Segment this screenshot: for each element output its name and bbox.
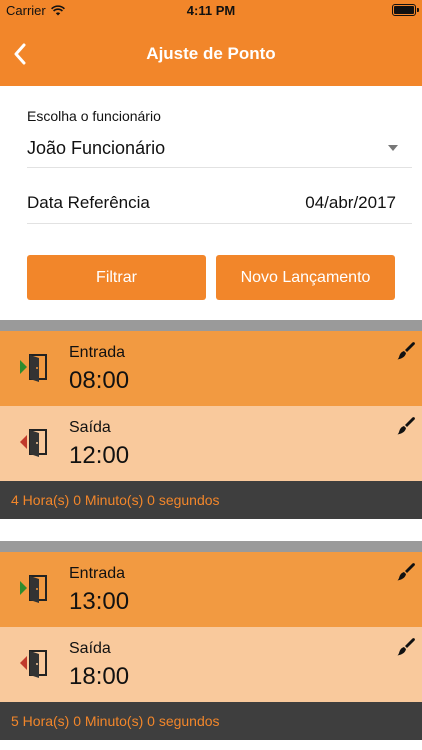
door-exit-icon: [20, 650, 47, 678]
filter-button[interactable]: Filtrar: [27, 255, 206, 300]
entry-row-entrada[interactable]: Entrada 13:00: [0, 552, 422, 627]
entry-type: Saída: [69, 640, 111, 657]
entry-type: Entrada: [69, 565, 126, 582]
paintbrush-icon[interactable]: [396, 416, 416, 436]
entry-type: Saída: [69, 419, 111, 436]
status-bar: Carrier 4:11 PM: [0, 0, 422, 22]
entry-time: 12:00: [69, 442, 130, 469]
door-exit-icon: [20, 429, 47, 457]
employee-select-value: João Funcionário: [27, 138, 166, 158]
reference-date-label: Data Referência: [27, 192, 150, 212]
paintbrush-icon[interactable]: [396, 637, 416, 657]
chevron-left-icon: [14, 43, 26, 65]
entry-type: Entrada: [69, 344, 126, 361]
group-separator: [0, 541, 422, 552]
group-separator: [0, 320, 422, 331]
paintbrush-icon[interactable]: [396, 341, 416, 361]
battery-icon: [392, 4, 419, 16]
paintbrush-icon[interactable]: [396, 562, 416, 582]
nav-bar: Ajuste de Ponto: [0, 22, 422, 86]
entry-time: 13:00: [69, 588, 130, 615]
entry-time: 18:00: [69, 663, 130, 690]
reference-date-value[interactable]: 04/abr/2017: [305, 193, 396, 213]
page-title: Ajuste de Ponto: [146, 44, 276, 63]
door-enter-icon: [20, 354, 47, 382]
total-duration-text: 4 Hora(s) 0 Minuto(s) 0 segundos: [11, 492, 220, 508]
back-button[interactable]: [6, 40, 34, 68]
entry-row-saida[interactable]: Saída 18:00: [0, 627, 422, 702]
reference-date-row[interactable]: Data Referência 04/abr/2017: [27, 182, 412, 224]
status-time: 4:11 PM: [186, 3, 236, 18]
total-duration-bar: 5 Hora(s) 0 Minuto(s) 0 segundos: [0, 702, 422, 740]
entry-row-entrada[interactable]: Entrada 08:00: [0, 331, 422, 406]
entry-time: 08:00: [69, 367, 130, 394]
employee-select[interactable]: João Funcionário: [27, 130, 412, 168]
entry-row-saida[interactable]: Saída 12:00: [0, 406, 422, 481]
door-enter-icon: [20, 575, 47, 603]
total-duration-text: 5 Hora(s) 0 Minuto(s) 0 segundos: [11, 713, 220, 729]
new-entry-button[interactable]: Novo Lançamento: [216, 255, 395, 300]
total-duration-bar: 4 Hora(s) 0 Minuto(s) 0 segundos: [0, 481, 422, 519]
employee-label: Escolha o funcionário: [27, 108, 161, 124]
caret-down-icon: [388, 145, 398, 151]
